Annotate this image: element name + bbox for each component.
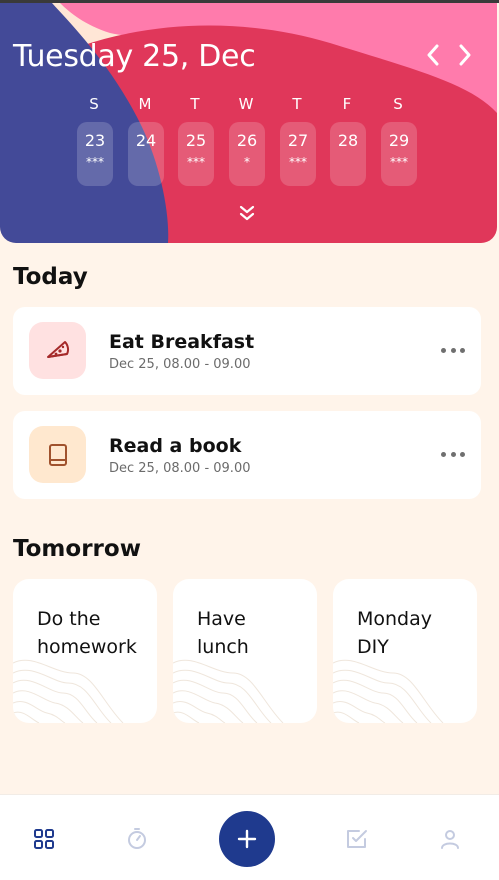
calendar-header: Tuesday 25, Dec S 23 *** M 24 T 25 *** W… xyxy=(0,3,497,243)
dot-icon xyxy=(460,451,465,457)
bottom-navigation-bar xyxy=(0,794,499,880)
expand-calendar-button[interactable] xyxy=(236,204,258,224)
dot-icon xyxy=(450,347,456,353)
day-friday[interactable]: F 28 xyxy=(322,93,372,186)
day-sunday[interactable]: S 23 *** xyxy=(69,93,119,186)
dot-icon xyxy=(460,347,465,353)
nav-profile-button[interactable] xyxy=(438,827,462,851)
day-number: 26 xyxy=(236,131,258,150)
day-number: 25 xyxy=(185,131,207,150)
day-letter: F xyxy=(342,95,352,113)
task-dots: *** xyxy=(289,155,307,169)
card-line-1: Do the xyxy=(37,608,101,630)
next-week-button[interactable] xyxy=(453,41,477,69)
chevron-left-icon xyxy=(427,44,439,66)
task-icon-box xyxy=(29,322,86,379)
dot-icon xyxy=(441,451,446,457)
today-section-title: Today xyxy=(13,264,88,290)
task-card-read-a-book[interactable]: Read a book Dec 25, 08.00 - 09.00 xyxy=(13,411,481,499)
previous-week-button[interactable] xyxy=(421,41,445,69)
tomorrow-card-monday-diy[interactable]: Monday DIY xyxy=(333,579,477,723)
day-number: 27 xyxy=(287,131,309,150)
day-number: 24 xyxy=(135,131,157,150)
timer-icon xyxy=(128,828,146,849)
nav-timer-button[interactable] xyxy=(125,827,149,851)
day-wednesday[interactable]: W 26 * xyxy=(221,93,271,186)
more-options-button[interactable] xyxy=(441,343,465,357)
add-task-button[interactable] xyxy=(219,811,275,867)
tomorrow-card-homework[interactable]: Do the homework xyxy=(13,579,157,723)
task-dots: *** xyxy=(86,155,104,169)
task-title: Read a book xyxy=(109,435,242,457)
checkbox-icon xyxy=(347,830,367,848)
wave-pattern-decoration xyxy=(333,659,444,723)
chevron-right-icon xyxy=(459,44,471,66)
day-tuesday[interactable]: T 25 *** xyxy=(170,93,220,186)
plus-icon xyxy=(237,829,257,849)
day-letter: T xyxy=(190,95,200,113)
day-saturday[interactable]: S 29 *** xyxy=(373,93,423,186)
task-title: Eat Breakfast xyxy=(109,331,255,353)
tomorrow-card-lunch[interactable]: Have lunch xyxy=(173,579,317,723)
pizza-icon xyxy=(46,340,69,358)
dot-icon xyxy=(441,347,446,353)
day-letter: S xyxy=(393,95,403,113)
day-letter: S xyxy=(89,95,99,113)
wave-pattern-decoration xyxy=(13,659,124,723)
nav-dashboard-button[interactable] xyxy=(32,827,56,851)
day-letter: W xyxy=(238,95,254,113)
more-options-button[interactable] xyxy=(441,447,465,461)
wave-pattern-decoration xyxy=(173,659,284,723)
day-letter: T xyxy=(292,95,302,113)
task-dots: *** xyxy=(390,155,408,169)
card-line-1: Monday xyxy=(357,608,433,630)
week-strip: S 23 *** M 24 T 25 *** W 26 * T 27 *** F… xyxy=(69,93,426,189)
user-icon xyxy=(441,830,459,849)
card-line-1: Have xyxy=(197,608,246,630)
window-top-border xyxy=(0,0,499,3)
book-icon xyxy=(48,443,67,466)
nav-tasks-button[interactable] xyxy=(345,827,369,851)
task-dots: * xyxy=(244,155,250,169)
task-card-eat-breakfast[interactable]: Eat Breakfast Dec 25, 08.00 - 09.00 xyxy=(13,307,481,395)
task-dots: *** xyxy=(187,155,205,169)
grid-icon xyxy=(34,829,54,849)
double-chevron-down-icon xyxy=(239,205,255,221)
day-letter: M xyxy=(138,95,152,113)
day-thursday[interactable]: T 27 *** xyxy=(272,93,322,186)
dot-icon xyxy=(450,451,456,457)
task-icon-box xyxy=(29,426,86,483)
day-number: 29 xyxy=(388,131,410,150)
day-number: 28 xyxy=(337,131,359,150)
task-time: Dec 25, 08.00 - 09.00 xyxy=(109,461,251,476)
task-time: Dec 25, 08.00 - 09.00 xyxy=(109,357,251,372)
selected-date-title: Tuesday 25, Dec xyxy=(13,39,256,74)
day-number: 23 xyxy=(84,131,106,150)
day-monday[interactable]: M 24 xyxy=(120,93,170,186)
tomorrow-section-title: Tomorrow xyxy=(13,536,141,562)
